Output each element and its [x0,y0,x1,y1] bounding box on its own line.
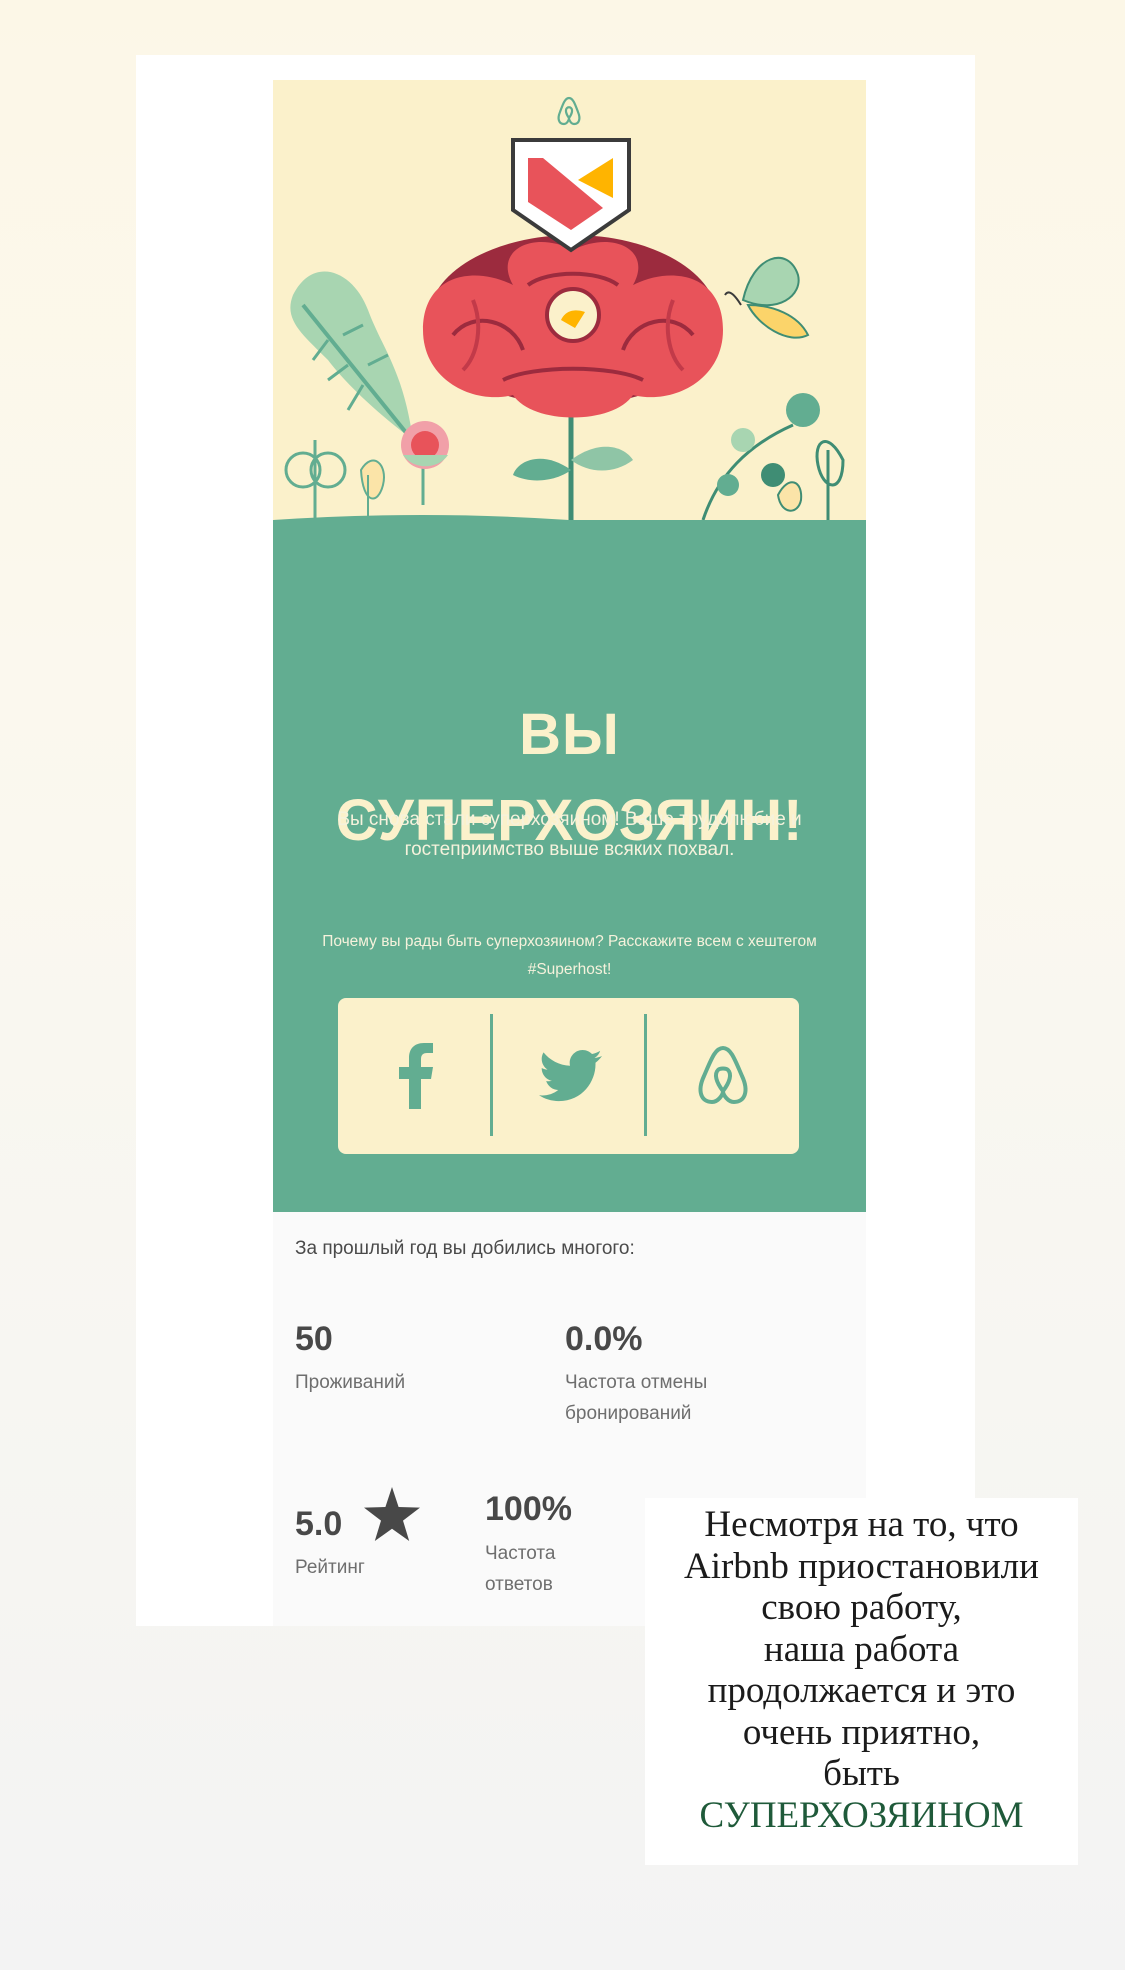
peony-flower-icon [423,235,723,418]
airbnb-share-button[interactable] [646,998,799,1154]
cancellation-value: 0.0% [565,1320,643,1358]
email-screenshot: ВЫ СУПЕРХОЗЯИН! Вы снова стали суперхозя… [273,80,866,1626]
achievements-heading: За прошлый год вы добились многого: [295,1238,635,1259]
facebook-share-button[interactable] [338,998,491,1154]
title-line-1: ВЫ [519,702,620,767]
caption-line: Airbnb приостановили [684,1545,1039,1587]
star-icon [364,1487,420,1541]
leaf-left-icon [290,271,413,440]
airbnb-logo-icon [557,96,581,126]
twitter-icon [538,1050,602,1102]
subtitle-text: Вы снова стали суперхозяином! Ваше трудо… [337,809,802,860]
caption-line: Несмотря на то, что [704,1504,1019,1545]
pink-flower-icon [401,421,449,505]
twitter-share-button[interactable] [493,998,646,1154]
cancellation-label: Частота отмены бронирований [565,1372,708,1424]
stays-value: 50 [295,1320,333,1358]
caption-line: продолжается и это [707,1670,1016,1711]
caption-line: свою работу, [761,1587,962,1628]
facebook-icon [398,1043,433,1109]
share-buttons-panel [338,998,799,1154]
leaf-small-icon [284,440,385,520]
airbnb-icon [698,1045,747,1105]
hashtag-prompt: Почему вы рады быть суперхозяином? Расск… [322,933,817,978]
caption-line: наша работа [763,1628,960,1670]
caption-line: быть [823,1753,900,1794]
caption-highlight: СУПЕРХОЗЯИНОМ [699,1794,1024,1836]
leaf-right-icon [701,393,845,521]
caption-line: очень приятно, [742,1711,981,1753]
stays-label: Проживаний [295,1372,406,1393]
response-label: Частота ответов [485,1543,556,1595]
hero-illustration [273,80,866,530]
response-value: 100% [485,1490,572,1528]
rating-label: Рейтинг [295,1557,365,1578]
butterfly-icon [724,256,810,339]
story-caption: Несмотря на то, что Airbnb приостановили… [645,1498,1078,1865]
rating-value: 5.0 [295,1505,343,1543]
superhost-badge-icon [511,138,631,253]
story-card: ВЫ СУПЕРХОЗЯИН! Вы снова стали суперхозя… [136,55,975,1626]
